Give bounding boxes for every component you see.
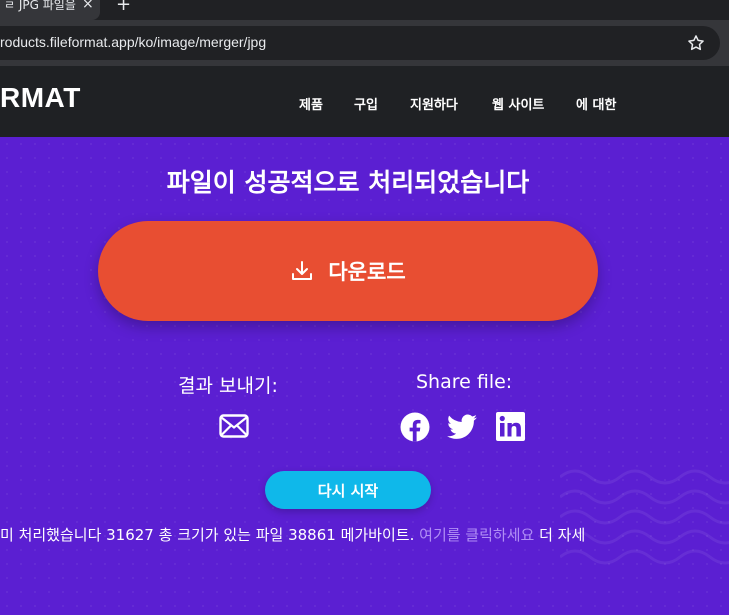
nav-item-buy[interactable]: 구입 [354,94,378,113]
mail-icon[interactable] [219,414,249,438]
send-result-label: 결과 보내기: [178,375,278,397]
success-title: 파일이 성공적으로 처리되었습니다 [166,168,530,197]
nav-item-products[interactable]: 제품 [299,94,323,113]
browser-tab-bar: ㄹ JPG 파일을 × + [0,0,729,20]
info-text: 미 처리했습니다 31627 총 크기가 있는 파일 38861 메가바이트. [0,526,415,544]
brand-logo[interactable]: RMAT [0,82,81,114]
nav-item-website[interactable]: 웹 사이트 [492,94,544,113]
result-panel: 파일이 성공적으로 처리되었습니다 다운로드 결과 보내기: Share fil… [0,137,729,615]
info-tail: 더 자세 [539,526,586,544]
processing-info: 미 처리했습니다 31627 총 크기가 있는 파일 38861 메가바이트. … [0,524,633,545]
url-text[interactable]: roducts.fileformat.app/ko/image/merger/j… [0,34,266,50]
download-button[interactable]: 다운로드 [98,221,598,321]
download-label: 다운로드 [328,260,406,284]
share-file-label: Share file: [416,371,513,393]
browser-toolbar: roducts.fileformat.app/ko/image/merger/j… [0,20,729,66]
new-tab-button[interactable]: + [116,0,131,15]
facebook-icon[interactable] [400,412,430,442]
nav-item-support[interactable]: 지원하다 [410,94,458,113]
site-header: RMAT 제품 구입 지원하다 웹 사이트 에 대한 [0,66,729,137]
wave-decoration [560,469,729,565]
nav-item-about[interactable]: 에 대한 [576,94,616,113]
tab-title: ㄹ JPG 파일을 [4,0,76,12]
restart-button[interactable]: 다시 시작 [265,471,431,509]
tab-close-icon[interactable]: × [82,0,94,12]
download-icon [292,261,313,280]
info-link[interactable]: 여기를 클릭하세요 [419,526,534,544]
linkedin-icon[interactable] [496,412,525,441]
twitter-icon[interactable] [447,414,477,440]
bookmark-star-icon[interactable] [686,33,706,53]
